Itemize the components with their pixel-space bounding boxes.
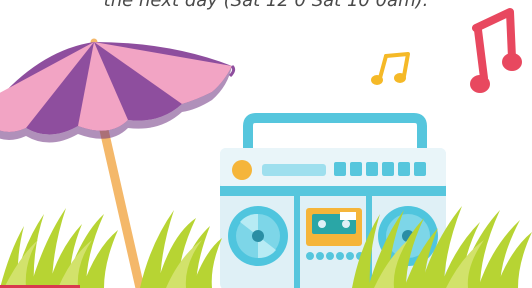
music-note-large-icon	[470, 8, 522, 93]
umbrella-pole	[99, 125, 145, 288]
power-knob	[232, 160, 252, 180]
tuner-display	[262, 164, 326, 176]
left-speaker	[228, 206, 288, 266]
umbrella-canopy	[0, 42, 236, 143]
music-note-small-icon	[371, 52, 410, 85]
illustration-stage: the next day (Sat 12 0 Sat 10 0am).	[0, 0, 532, 288]
boombox	[220, 113, 446, 288]
cassette-deck	[306, 208, 362, 246]
summer-illustration	[0, 8, 532, 288]
